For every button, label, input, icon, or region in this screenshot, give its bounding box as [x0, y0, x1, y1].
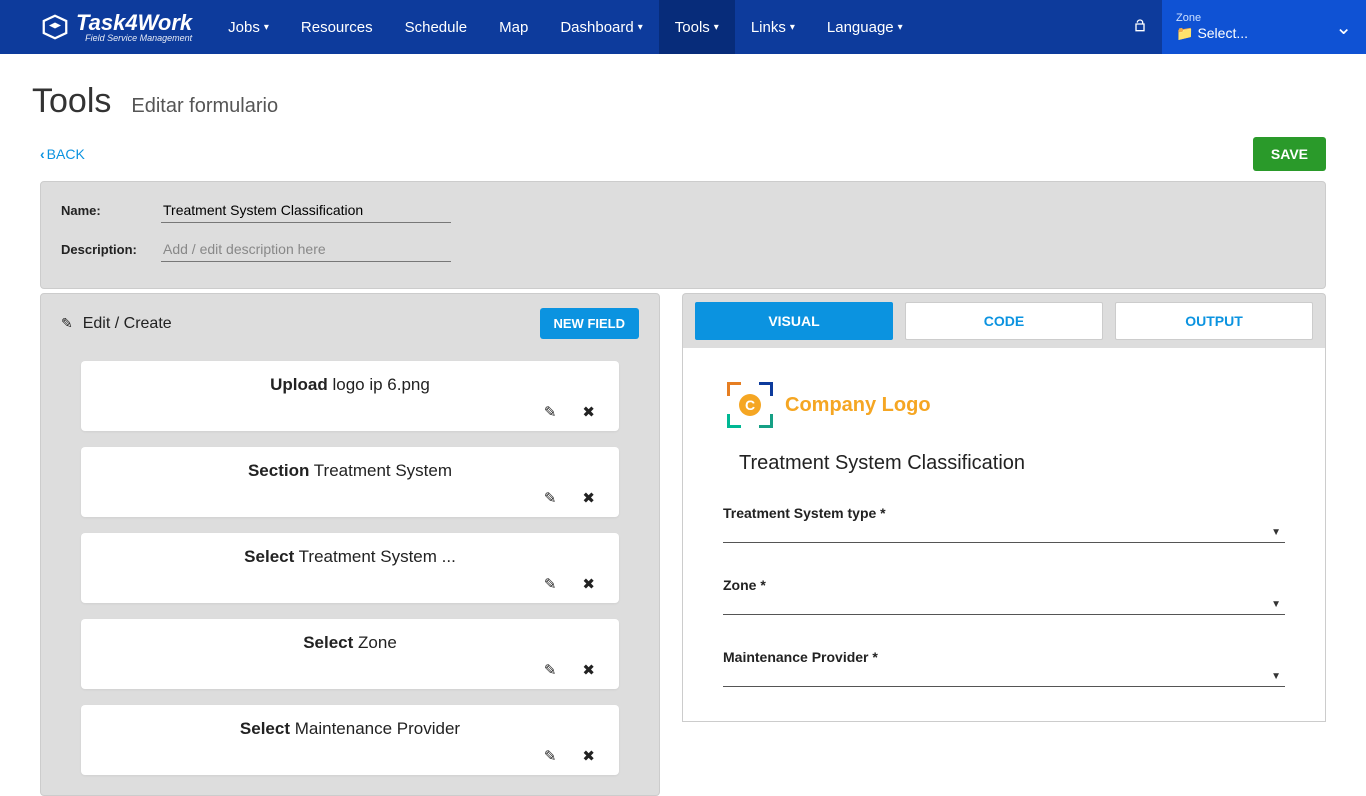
preview-select[interactable]: ▼: [723, 597, 1285, 615]
delete-icon[interactable]: ✖: [582, 661, 595, 679]
preview-field: Treatment System type * ▼: [723, 505, 1285, 543]
form-preview-title: Treatment System Classification: [739, 452, 1285, 475]
save-button[interactable]: SAVE: [1253, 137, 1326, 171]
nav-item-tools[interactable]: Tools▾: [659, 0, 735, 54]
actions-row: ‹BACK SAVE: [0, 131, 1366, 181]
brand-name: Task4Work: [76, 12, 192, 34]
company-logo-text: Company Logo: [785, 394, 931, 417]
preview-select[interactable]: ▼: [723, 669, 1285, 687]
field-cards: Upload logo ip 6.png✎✖Section Treatment …: [41, 349, 659, 795]
field-card[interactable]: Upload logo ip 6.png ✎ ✖: [81, 361, 619, 431]
description-input[interactable]: [161, 237, 451, 262]
brand-icon: [40, 12, 70, 42]
page-subtitle: Editar formulario: [131, 95, 278, 118]
panes: ✎ Edit / Create NEW FIELD Upload logo ip…: [0, 293, 1366, 796]
edit-icon[interactable]: ✎: [544, 403, 557, 421]
dropdown-icon: ▼: [1271, 527, 1281, 538]
caret-icon: ▾: [264, 22, 269, 33]
delete-icon[interactable]: ✖: [582, 489, 595, 507]
preview-tabs: VISUAL CODE OUTPUT: [682, 293, 1326, 348]
zone-value: Select...: [1197, 25, 1248, 41]
tab-code[interactable]: CODE: [905, 302, 1103, 340]
delete-icon[interactable]: ✖: [582, 747, 595, 765]
nav-item-resources[interactable]: Resources: [285, 0, 389, 54]
field-card-title: Upload logo ip 6.png: [101, 375, 599, 395]
brand-tagline: Field Service Management: [76, 34, 192, 43]
brand-logo[interactable]: Task4Work Field Service Management: [0, 12, 212, 43]
zone-label: Zone: [1176, 12, 1248, 25]
name-label: Name:: [61, 203, 161, 218]
preview-field-label: Maintenance Provider *: [723, 649, 1285, 665]
caret-icon: ▾: [898, 22, 903, 33]
field-card-title: Select Zone: [101, 633, 599, 653]
edit-icon[interactable]: ✎: [544, 747, 557, 765]
caret-icon: ▾: [714, 22, 719, 33]
nav-item-dashboard[interactable]: Dashboard▾: [544, 0, 658, 54]
tab-output[interactable]: OUTPUT: [1115, 302, 1313, 340]
pencil-icon: ✎: [61, 315, 73, 332]
field-card[interactable]: Section Treatment System ✎ ✖: [81, 447, 619, 517]
tab-visual[interactable]: VISUAL: [695, 302, 893, 340]
preview-field-label: Zone *: [723, 577, 1285, 593]
preview-field: Zone * ▼: [723, 577, 1285, 615]
field-card[interactable]: Select Zone ✎ ✖: [81, 619, 619, 689]
edit-pane-header: ✎ Edit / Create NEW FIELD: [41, 294, 659, 349]
top-navbar: Task4Work Field Service Management Jobs▾…: [0, 0, 1366, 54]
preview-pane: VISUAL CODE OUTPUT C Company Logo Treatm…: [682, 293, 1326, 796]
delete-icon[interactable]: ✖: [582, 403, 595, 421]
zone-selector[interactable]: Zone 📁Select... ⌄: [1162, 0, 1366, 54]
company-logo: C Company Logo: [727, 382, 1285, 428]
description-label: Description:: [61, 242, 161, 257]
dropdown-icon: ▼: [1271, 599, 1281, 610]
preview-field-label: Treatment System type *: [723, 505, 1285, 521]
field-card-title: Section Treatment System: [101, 461, 599, 481]
new-field-button[interactable]: NEW FIELD: [540, 308, 640, 339]
company-logo-icon: C: [727, 382, 773, 428]
unlock-icon[interactable]: [1118, 18, 1162, 37]
page-header: Tools Editar formulario: [0, 54, 1366, 131]
preview-field: Maintenance Provider * ▼: [723, 649, 1285, 687]
page-title: Tools: [32, 82, 111, 121]
caret-icon: ▾: [790, 22, 795, 33]
nav-item-schedule[interactable]: Schedule: [389, 0, 484, 54]
edit-icon[interactable]: ✎: [544, 575, 557, 593]
delete-icon[interactable]: ✖: [582, 575, 595, 593]
nav-item-map[interactable]: Map: [483, 0, 544, 54]
field-card-title: Select Maintenance Provider: [101, 719, 599, 739]
folder-icon: 📁: [1176, 25, 1193, 41]
nav-links: Jobs▾ResourcesScheduleMapDashboard▾Tools…: [212, 0, 919, 54]
chevron-left-icon: ‹: [40, 146, 45, 162]
nav-item-language[interactable]: Language▾: [811, 0, 919, 54]
edit-pane-title: Edit / Create: [83, 315, 172, 333]
field-card[interactable]: Select Maintenance Provider ✎ ✖: [81, 705, 619, 775]
edit-icon[interactable]: ✎: [544, 489, 557, 507]
edit-icon[interactable]: ✎: [544, 661, 557, 679]
chevron-down-icon: ⌄: [1335, 15, 1352, 40]
caret-icon: ▾: [638, 22, 643, 33]
preview-select[interactable]: ▼: [723, 525, 1285, 543]
edit-pane: ✎ Edit / Create NEW FIELD Upload logo ip…: [40, 293, 660, 796]
name-input[interactable]: [161, 198, 451, 223]
dropdown-icon: ▼: [1271, 671, 1281, 682]
back-link[interactable]: ‹BACK: [40, 146, 85, 162]
nav-item-jobs[interactable]: Jobs▾: [212, 0, 285, 54]
field-card[interactable]: Select Treatment System ... ✎ ✖: [81, 533, 619, 603]
field-card-title: Select Treatment System ...: [101, 547, 599, 567]
form-info-box: Name: Description:: [40, 181, 1326, 289]
preview-content: C Company Logo Treatment System Classifi…: [682, 348, 1326, 722]
nav-item-links[interactable]: Links▾: [735, 0, 811, 54]
